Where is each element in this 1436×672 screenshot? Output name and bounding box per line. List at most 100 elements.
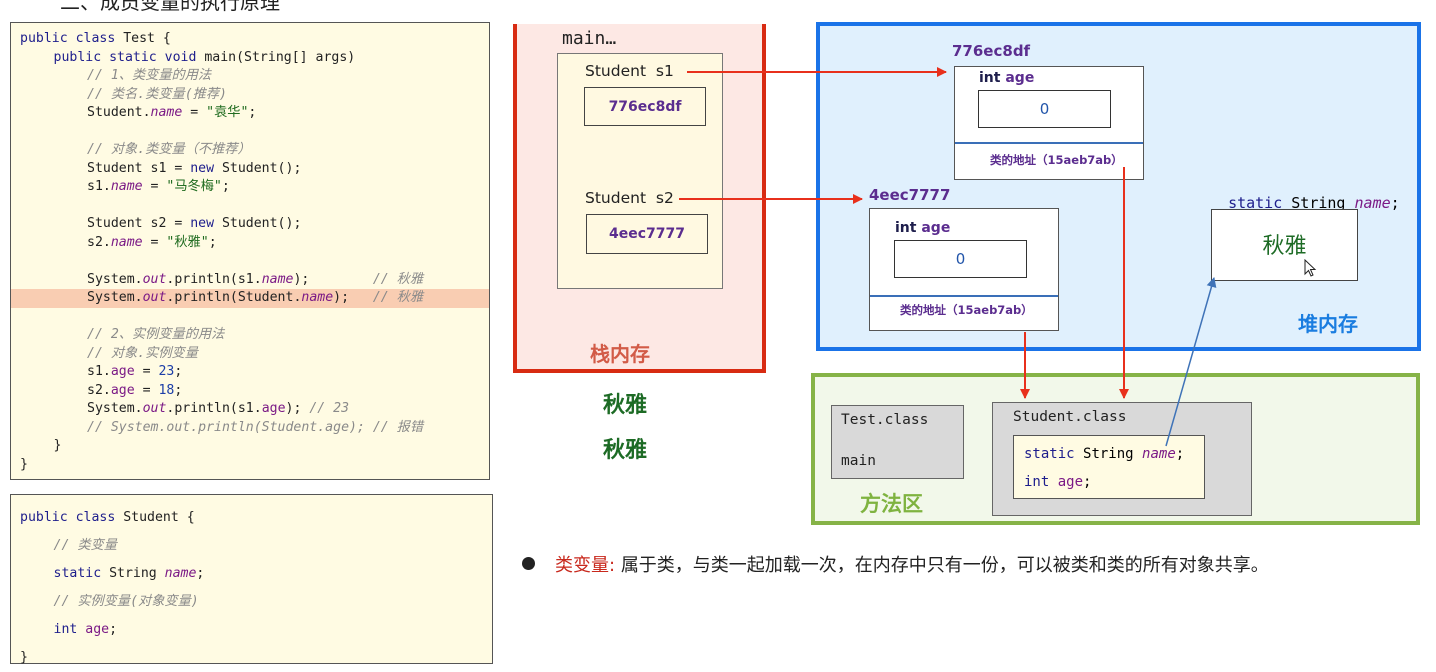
- code-line: s2.name = "秋雅";: [11, 234, 489, 253]
- code-token: name: [150, 105, 183, 120]
- code-token: );: [333, 290, 373, 305]
- main-frame-label: main…: [562, 28, 617, 49]
- code-token: name: [164, 566, 197, 581]
- code-token: Student.: [87, 105, 151, 120]
- code-token: out: [142, 271, 167, 287]
- code-line: public static void main(String[] args): [11, 49, 489, 68]
- object-divider: [870, 295, 1058, 297]
- code-token: System.: [87, 271, 143, 287]
- member-name: name: [1142, 446, 1176, 462]
- code-token: // 23: [309, 401, 350, 416]
- member-name: age: [1057, 474, 1084, 490]
- heap-object-1-age-value: 0: [978, 90, 1111, 128]
- code-token: "马冬梅": [166, 179, 222, 194]
- member-keyword: int: [1024, 474, 1050, 490]
- code-token: // System.out.println(Student.age); // 报…: [87, 419, 424, 435]
- heap-static-value: 秋雅: [1262, 234, 1307, 259]
- code-token: 23: [158, 364, 175, 379]
- code-token: );: [293, 271, 373, 287]
- student-instance-member: int age;: [1024, 474, 1091, 490]
- code-token: }: [20, 456, 28, 472]
- code-token: int: [53, 622, 86, 637]
- code-token: Student s2 =: [87, 216, 191, 231]
- code-token: age: [110, 382, 135, 398]
- method-area-title: 方法区: [860, 492, 923, 516]
- code-token: .println(s1.: [166, 271, 262, 287]
- static-name: name: [1354, 194, 1391, 212]
- student-class-name: Student.class: [1013, 409, 1127, 425]
- code-token: main(String[] args): [204, 49, 356, 65]
- code-line: // System.out.println(Student.age); // 报…: [11, 419, 489, 438]
- code-token: out: [142, 401, 167, 416]
- code-token: Student();: [221, 216, 302, 231]
- code-line: System.out.println(s1.name); // 秋雅: [11, 271, 489, 290]
- code-token: =: [142, 179, 167, 194]
- code-line: // 实例变量(对象变量): [11, 588, 492, 616]
- code-line: s2.age = 18;: [11, 382, 489, 401]
- code-line-highlighted: System.out.println(Student.name); // 秋雅: [11, 289, 489, 308]
- member-keyword: static: [1024, 446, 1075, 462]
- code-token: name: [261, 271, 294, 287]
- heap-object-2-address: 4eec7777: [869, 186, 951, 204]
- code-token: );: [285, 401, 310, 416]
- heap-static-field-declaration: static String name;: [1210, 176, 1400, 212]
- member-semicolon: ;: [1083, 474, 1092, 490]
- code-line: // 对象.类变量（不推荐）: [11, 141, 489, 160]
- code-line: // 2、实例变量的用法: [11, 326, 489, 345]
- code-token: s2.: [87, 234, 111, 250]
- code-token: .println(s1.: [166, 401, 262, 416]
- code-token: name: [110, 179, 143, 194]
- code-line: // 1、类变量的用法: [11, 67, 489, 86]
- code-line: }: [11, 456, 489, 475]
- code-line: Student s2 = new Student();: [11, 215, 489, 234]
- code-token: =: [142, 234, 167, 250]
- stack-var-s1-address: 776ec8df: [584, 87, 706, 126]
- field-type: int: [895, 220, 917, 236]
- mouse-cursor-icon: [1304, 259, 1317, 277]
- bullet-icon: [522, 557, 535, 570]
- code-line: // 类名.类变量(推荐): [11, 86, 489, 105]
- code-token: =: [182, 105, 207, 120]
- heap-object-2-class-address: 类的地址（15aeb7ab）: [900, 303, 1033, 317]
- code-token: s2.: [87, 382, 111, 398]
- code-token: ;: [196, 566, 205, 581]
- code-token: public static void: [53, 49, 205, 65]
- code-token: age: [85, 622, 110, 637]
- code-token: ;: [109, 622, 118, 637]
- field-name: age: [1005, 70, 1035, 86]
- code-token: ;: [221, 179, 230, 194]
- code-token: ;: [174, 382, 183, 398]
- code-token: s1.: [87, 179, 111, 194]
- code-line: public class Student {: [11, 504, 492, 532]
- code-token: // 对象.类变量（不推荐）: [87, 142, 251, 157]
- student-class-members: static String name; int age;: [1013, 435, 1205, 499]
- code-token: // 1、类变量的用法: [87, 68, 212, 83]
- code-line: int age;: [11, 616, 492, 644]
- code-line: // 类变量: [11, 532, 492, 560]
- code-token: new: [190, 216, 222, 231]
- code-token: }: [53, 438, 62, 453]
- field-type: int: [979, 70, 1001, 86]
- code-panel-student: public class Student {// 类变量 static Strin…: [10, 494, 493, 665]
- stack-memory-title: 栈内存: [590, 342, 650, 366]
- code-token: System.: [87, 401, 143, 416]
- console-output-line-2: 秋雅: [603, 438, 648, 463]
- heap-object-1-class-address: 类的地址（15aeb7ab）: [990, 153, 1123, 167]
- bullet-description: 属于类，与类一起加载一次，在内存中只有一份，可以被类和类的所有对象共享。: [620, 555, 1269, 576]
- code-line: // 对象.实例变量: [11, 345, 489, 364]
- code-line: Student s1 = new Student();: [11, 160, 489, 179]
- code-line: s1.name = "马冬梅";: [11, 178, 489, 197]
- code-token: static: [53, 566, 110, 581]
- code-token: // 类变量: [53, 538, 117, 553]
- code-token: ;: [248, 105, 257, 120]
- code-token: Student s1 =: [87, 160, 191, 176]
- code-panel-test: public class Test {public static void ma…: [10, 22, 490, 480]
- code-token: ;: [208, 234, 217, 250]
- bullet-definition: 类变量: 属于类，与类一起加载一次，在内存中只有一份，可以被类和类的所有对象共享…: [555, 551, 1269, 577]
- test-class-name: Test.class: [841, 412, 929, 428]
- code-token: // 2、实例变量的用法: [87, 327, 225, 342]
- code-token: ;: [174, 364, 183, 379]
